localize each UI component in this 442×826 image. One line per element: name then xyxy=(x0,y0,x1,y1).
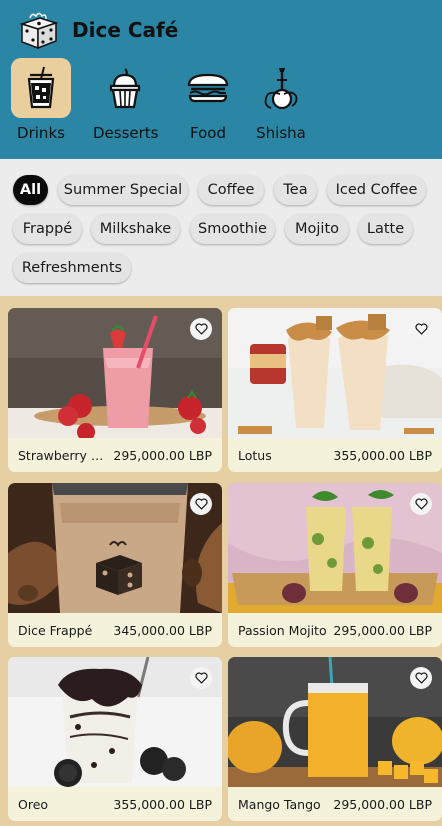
favorite-button[interactable] xyxy=(410,667,432,689)
filter-chip-summer-special[interactable]: Summer Special xyxy=(58,175,188,205)
product-name: Strawberry S... xyxy=(18,447,111,463)
filter-chip-iced-coffee[interactable]: Iced Coffee xyxy=(327,175,426,205)
category-label: Shisha xyxy=(256,124,306,142)
product-card-passion-mojito[interactable]: Passion Mojito 295,000.00 LBP xyxy=(228,483,442,647)
product-card-mango-tango[interactable]: Mango Tango 295,000.00 LBP xyxy=(228,657,442,821)
product-info: Oreo 355,000.00 LBP xyxy=(8,787,222,821)
favorite-button[interactable] xyxy=(190,667,212,689)
filter-chip-smoothie[interactable]: Smoothie xyxy=(190,214,275,244)
product-card-strawberry-smoothie[interactable]: Strawberry S... 295,000.00 LBP xyxy=(8,308,222,472)
heart-icon xyxy=(194,498,208,510)
category-drinks[interactable]: Drinks xyxy=(11,58,71,146)
heart-icon xyxy=(414,323,428,335)
category-label: Food xyxy=(190,124,226,142)
category-shisha-tile xyxy=(256,58,306,118)
heart-icon xyxy=(414,498,428,510)
product-name: Passion Mojito xyxy=(238,622,327,638)
dice-logo-icon xyxy=(19,12,59,50)
category-food-tile xyxy=(187,58,229,118)
product-price: 295,000.00 LBP xyxy=(113,447,212,463)
hookah-icon xyxy=(264,68,298,110)
product-price: 345,000.00 LBP xyxy=(113,622,212,638)
product-card-lotus[interactable]: Lotus 355,000.00 LBP xyxy=(228,308,442,472)
favorite-button[interactable] xyxy=(190,318,212,340)
drink-cup-icon xyxy=(27,66,55,109)
category-label: Drinks xyxy=(17,124,65,142)
heart-icon xyxy=(414,672,428,684)
app-title: Dice Café xyxy=(72,18,179,42)
filter-chip-latte[interactable]: Latte xyxy=(358,214,413,244)
product-grid: Strawberry S... 295,000.00 LBP Lotus 355… xyxy=(0,296,442,826)
filter-bar: All Summer Special Coffee Tea Iced Coffe… xyxy=(0,159,442,296)
category-food[interactable]: Food xyxy=(187,58,229,146)
product-price: 295,000.00 LBP xyxy=(333,796,432,812)
product-info: Passion Mojito 295,000.00 LBP xyxy=(228,613,442,647)
filter-chip-tea[interactable]: Tea xyxy=(274,175,317,205)
category-shisha[interactable]: Shisha xyxy=(256,58,306,146)
product-name: Oreo xyxy=(18,796,49,812)
heart-icon xyxy=(194,672,208,684)
category-nav: Drinks Desserts Food Shisha xyxy=(0,58,442,150)
product-price: 295,000.00 LBP xyxy=(333,622,432,638)
app-header: Dice Café Drinks Desserts Food Shisha xyxy=(0,0,442,159)
filter-chip-all[interactable]: All xyxy=(13,175,48,205)
category-desserts[interactable]: Desserts xyxy=(93,58,159,146)
filter-chip-refreshments[interactable]: Refreshments xyxy=(13,253,131,283)
filter-chip-coffee[interactable]: Coffee xyxy=(198,175,264,205)
product-card-dice-frappe[interactable]: Dice Frappé 345,000.00 LBP xyxy=(8,483,222,647)
product-name: Mango Tango xyxy=(238,796,321,812)
product-price: 355,000.00 LBP xyxy=(333,447,432,463)
filter-chip-frappe[interactable]: Frappé xyxy=(13,214,82,244)
product-name: Lotus xyxy=(238,447,272,463)
heart-icon xyxy=(194,323,208,335)
favorite-button[interactable] xyxy=(410,493,432,515)
product-info: Dice Frappé 345,000.00 LBP xyxy=(8,613,222,647)
product-card-oreo[interactable]: Oreo 355,000.00 LBP xyxy=(8,657,222,821)
product-name: Dice Frappé xyxy=(18,622,93,638)
category-desserts-tile xyxy=(95,58,155,118)
favorite-button[interactable] xyxy=(190,493,212,515)
filter-chip-mojito[interactable]: Mojito xyxy=(285,214,349,244)
cupcake-icon xyxy=(109,68,141,109)
product-info: Lotus 355,000.00 LBP xyxy=(228,438,442,472)
burger-icon xyxy=(187,73,229,103)
product-price: 355,000.00 LBP xyxy=(113,796,212,812)
product-info: Mango Tango 295,000.00 LBP xyxy=(228,787,442,821)
category-drinks-tile xyxy=(11,58,71,118)
product-info: Strawberry S... 295,000.00 LBP xyxy=(8,438,222,472)
filter-chip-milkshake[interactable]: Milkshake xyxy=(91,214,180,244)
favorite-button[interactable] xyxy=(410,318,432,340)
category-label: Desserts xyxy=(93,124,159,142)
brand: Dice Café xyxy=(18,10,178,50)
